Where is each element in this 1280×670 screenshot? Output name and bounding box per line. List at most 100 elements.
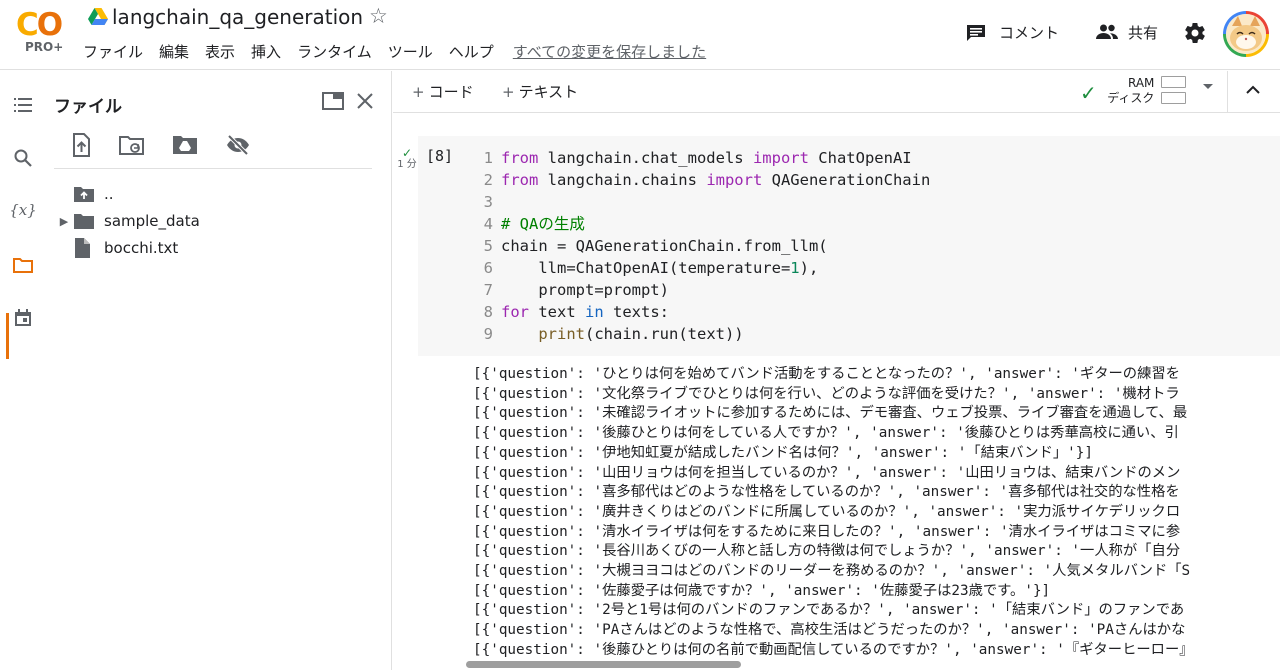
output-line: [{'question': '後藤ひとりは何の名前で動画配信しているのですか？'… (473, 641, 1194, 658)
output-line: [{'question': '喜多郁代はどのような性格をしているのか？', 'a… (473, 484, 1180, 501)
google-drive-icon (88, 8, 108, 25)
files-toolbar (54, 129, 372, 169)
settings-gear-icon[interactable] (1183, 21, 1207, 45)
folder-icon (74, 211, 96, 231)
plus-icon: + (412, 83, 425, 101)
line-number: 7 (483, 281, 493, 299)
open-in-tab-icon[interactable] (321, 89, 345, 113)
toc-icon[interactable] (11, 93, 35, 117)
line-number: 4 (483, 215, 493, 233)
menu-view[interactable]: 表示 (205, 41, 235, 62)
runtime-dropdown-icon[interactable] (1203, 84, 1213, 89)
line-number: 1 (483, 149, 493, 167)
tree-item-sample-data[interactable]: ▶ sample_data (54, 208, 374, 234)
output-line: [{'question': '佐藤愛子は何歳ですか？', 'answer': '… (473, 582, 1051, 599)
tree-item-label: sample_data (104, 212, 200, 230)
code-line[interactable]: 8 for text in texts: (474, 301, 930, 323)
menu-bar: ファイル 編集 表示 挿入 ランタイム ツール ヘルプ すべての変更を保存しまし… (83, 41, 722, 62)
upload-file-icon[interactable] (68, 133, 94, 157)
code-text: # QAの生成 (501, 215, 585, 233)
logo-text: CO (16, 7, 63, 43)
tree-item-label: bocchi.txt (104, 239, 179, 257)
output-line: [{'question': '山田リョウは何を担当しているのか？', 'answ… (473, 464, 1181, 481)
run-success-check-icon: ✓ (401, 146, 413, 160)
variables-icon[interactable]: {𝑥} (9, 198, 37, 222)
resource-labels[interactable]: RAM ディスク (1104, 76, 1154, 106)
output-line: [{'question': '廣井きくりはどのバンドに所属しているのか？', '… (473, 503, 1181, 520)
expand-caret-icon[interactable]: ▶ (54, 215, 74, 228)
output-line: [{'question': '後藤ひとりは何をしている人ですか？', 'answ… (473, 425, 1179, 442)
menu-help[interactable]: ヘルプ (449, 41, 494, 62)
code-text: for text in texts: (501, 303, 669, 321)
save-status-link[interactable]: すべての変更を保存しました (513, 41, 706, 62)
cell-run-status[interactable]: ✓ 1 分 (396, 146, 418, 170)
tree-item-parent[interactable]: .. (54, 181, 374, 207)
tree-item-bocchi-txt[interactable]: bocchi.txt (54, 235, 374, 261)
calendar-icon[interactable] (11, 306, 35, 330)
file-icon (74, 238, 96, 258)
code-line[interactable]: 2 from langchain.chains import QAGenerati… (474, 169, 931, 191)
output-line: [{'question': '大槻ヨヨコはどのバンドのリーダーを務めるのか？',… (473, 563, 1191, 580)
logo-badge: PRO+ (25, 40, 64, 54)
search-icon[interactable] (11, 146, 35, 170)
code-text: chain = QAGenerationChain.from_llm( (501, 237, 828, 255)
line-number: 6 (483, 259, 493, 277)
code-line[interactable]: 3 (474, 191, 930, 213)
files-panel-title: ファイル (54, 97, 122, 117)
connected-check-icon[interactable]: ✓ (1080, 81, 1097, 105)
share-button[interactable]: 共有 (1128, 22, 1158, 43)
code-text: prompt=prompt) (501, 281, 669, 299)
output-line: [{'question': '清水イライザは何をするために来日したの？', 'a… (473, 523, 1181, 540)
output-line: [{'question': '伊地知虹夏が結成したバンド名は何？', 'answ… (473, 444, 1093, 461)
code-line[interactable]: 1 from langchain.chat_models import ChatO… (474, 147, 930, 169)
menu-edit[interactable]: 編集 (159, 41, 189, 62)
menu-runtime[interactable]: ランタイム (297, 41, 372, 62)
output-line: [{'question': 'ひとりは何を始めてバンド活動をすることとなったの？… (473, 366, 1180, 382)
user-avatar[interactable] (1223, 11, 1269, 57)
output-line: [{'question': 'PAさんはどのような性格で、高校生活はどうだったの… (473, 622, 1186, 639)
refresh-folder-icon[interactable] (119, 133, 145, 157)
menu-insert[interactable]: 挿入 (251, 41, 281, 62)
code-line[interactable]: 5 chain = QAGenerationChain.from_llm( (474, 235, 930, 257)
line-number: 2 (483, 171, 493, 189)
menu-tools[interactable]: ツール (388, 41, 433, 62)
code-text: from langchain.chat_models import ChatOp… (501, 149, 912, 167)
output-line: [{'question': '長谷川あくびの一人称と話し方の特徴は何でしょうか？… (473, 543, 1181, 560)
left-rail: {𝑥} (0, 71, 46, 670)
output-line: [{'question': '文化祭ライブでひとりは何を行い、どのような評価を受… (473, 385, 1180, 402)
code-text: from langchain.chains import QAGeneratio… (501, 171, 931, 189)
comment-button[interactable]: コメント (999, 22, 1059, 43)
cell-output: [{'question': 'ひとりは何を始めてバンド活動をすることとなったの？… (473, 365, 1280, 661)
share-people-icon[interactable] (1096, 24, 1118, 40)
notebook-title[interactable]: langchain_qa_generation (112, 5, 363, 29)
tree-item-label: .. (104, 185, 114, 203)
chevron-up-icon[interactable] (1244, 81, 1262, 99)
output-line: [{'question': '2号と1号は何のバンドのファンであるか？', 'a… (473, 602, 1185, 619)
code-line[interactable]: 7 prompt=prompt) (474, 279, 930, 301)
colab-logo[interactable]: CO PRO+ (16, 8, 66, 58)
code-editor[interactable]: 1 from langchain.chat_models import ChatO… (474, 147, 931, 345)
hide-files-icon[interactable] (225, 133, 251, 157)
comment-icon[interactable] (966, 24, 986, 42)
ram-usage-bar (1161, 76, 1186, 88)
folder-icon[interactable] (11, 253, 35, 277)
code-line[interactable]: 9 print(chain.run(text)) (474, 323, 930, 345)
avatar-cat-image (1226, 14, 1266, 54)
output-horizontal-scrollbar[interactable] (466, 661, 741, 668)
add-text-button[interactable]: + テキスト (502, 81, 578, 102)
star-icon[interactable]: ☆ (369, 4, 388, 28)
code-text: print(chain.run(text)) (538, 325, 744, 343)
menu-file[interactable]: ファイル (83, 41, 143, 62)
add-code-button[interactable]: + コード (412, 81, 474, 102)
files-panel: ファイル .. ▶ sample_data bocchi.txt (46, 71, 392, 670)
close-icon[interactable] (353, 89, 377, 113)
execution-count: [8] (426, 147, 454, 165)
code-text: llm=ChatOpenAI(temperature=1), (501, 259, 819, 277)
code-line[interactable]: 4 # QAの生成 (474, 213, 930, 235)
app-header: CO PRO+ langchain_qa_generation ☆ ファイル 編… (0, 0, 1280, 70)
drive-mount-icon[interactable] (172, 133, 198, 157)
code-line[interactable]: 6 llm=ChatOpenAI(temperature=1), (474, 257, 930, 279)
plus-icon: + (502, 83, 515, 101)
line-number: 9 (483, 325, 493, 343)
